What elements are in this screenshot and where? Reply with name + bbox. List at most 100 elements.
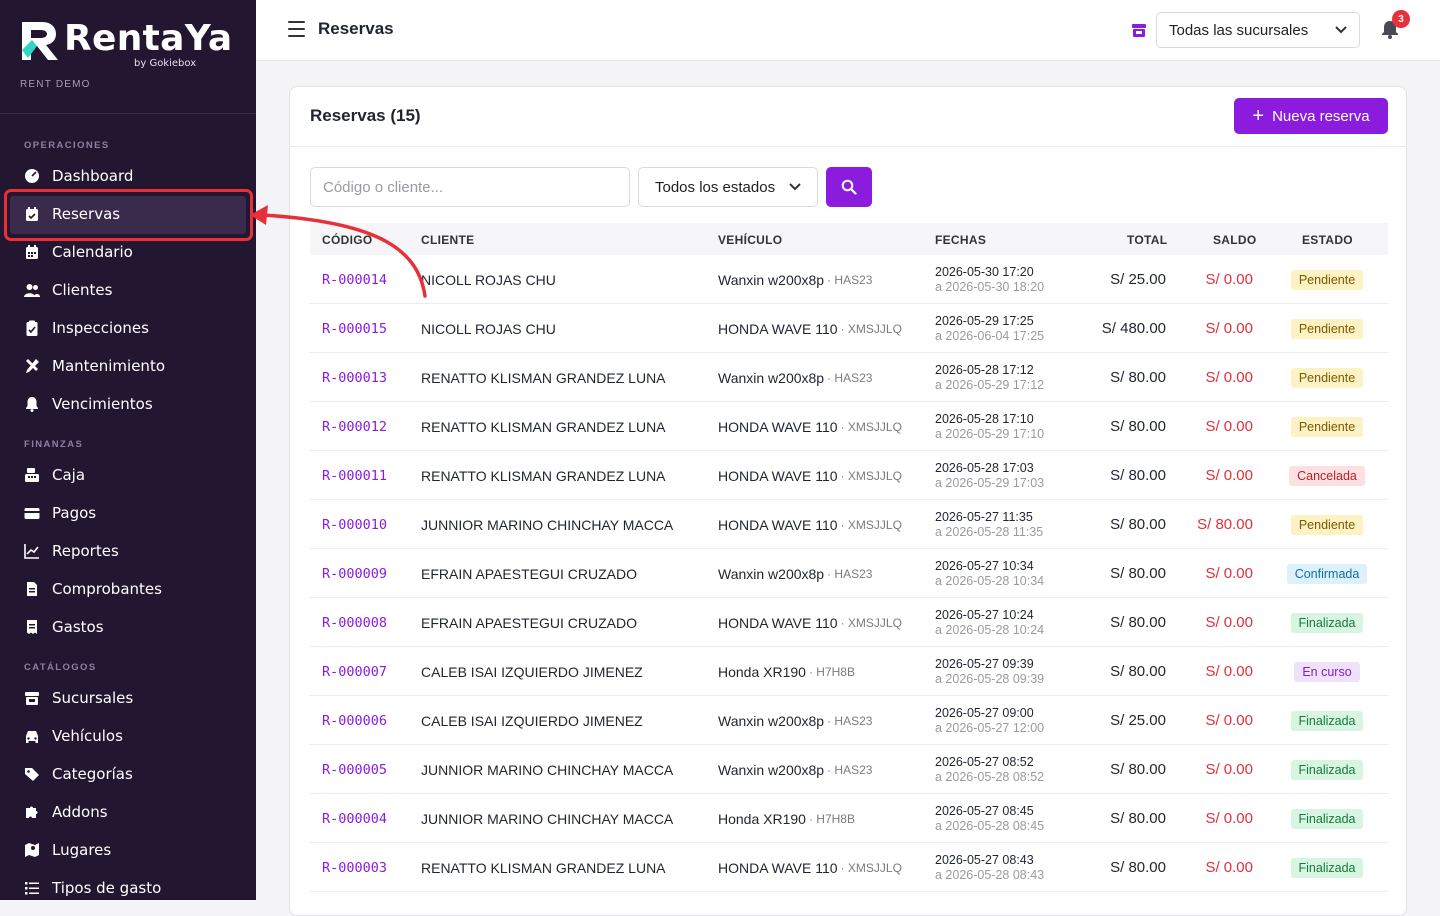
sidebar-item-addons[interactable]: Addons <box>24 800 244 824</box>
notification-count-badge: 3 <box>1392 10 1410 28</box>
table-row[interactable]: R-000006 CALEB ISAI IZQUIERDO JIMENEZ Wanx… <box>310 696 1388 745</box>
reservation-code-link[interactable]: R-000010 <box>322 500 387 549</box>
sidebar-item-sucursales[interactable]: Sucursales <box>24 686 244 710</box>
table-row[interactable]: R-000009 EFRAIN APAESTEGUI CRUZADO Wanxin … <box>310 549 1388 598</box>
sidebar-item-reportes[interactable]: Reportes <box>24 539 244 563</box>
table-row[interactable]: R-000011 RENATTO KLISMAN GRANDEZ LUNA HOND… <box>310 451 1388 500</box>
balance-amount: S/ 0.00 <box>1205 271 1253 288</box>
sidebar-item-tipos-de-gasto[interactable]: Tipos de gasto <box>24 876 244 900</box>
sidebar-item-mantenimiento[interactable]: Mantenimiento <box>24 354 244 378</box>
sidebar-item-caja[interactable]: Caja <box>24 463 244 487</box>
search-input[interactable] <box>310 167 630 207</box>
branch-select[interactable]: Todas las sucursales <box>1156 12 1360 48</box>
table-row[interactable]: R-000014 NICOLL ROJAS CHU Wanxin w200x8p · … <box>310 255 1388 304</box>
date-from: 2026-05-27 10:24 <box>935 607 1034 622</box>
status-filter-select[interactable]: Todos los estados <box>638 167 818 207</box>
sidebar-item-gastos[interactable]: Gastos <box>24 615 244 639</box>
brand-by: by Gokiebox <box>134 58 197 69</box>
sidebar-item-veh-culos[interactable]: Vehículos <box>24 724 244 748</box>
reservation-code-link[interactable]: R-000007 <box>322 647 387 696</box>
col-vehicle[interactable]: VEHÍCULO <box>718 233 782 247</box>
vehicle-cell: HONDA WAVE 110 · XMSJJLQ <box>718 598 902 647</box>
date-to: a 2026-05-28 08:45 <box>935 818 1045 833</box>
vehicle-plate: · HAS23 <box>827 272 873 287</box>
menu-toggle-icon[interactable] <box>288 21 305 37</box>
reservation-code-link[interactable]: R-000008 <box>322 598 387 647</box>
sidebar-item-inspecciones[interactable]: Inspecciones <box>24 316 244 340</box>
table-row[interactable]: R-000005 JUNNIOR MARINO CHINCHAY MACCA Wan… <box>310 745 1388 794</box>
client-name: RENATTO KLISMAN GRANDEZ LUNA <box>421 467 666 484</box>
client-name: CALEB ISAI IZQUIERDO JIMENEZ <box>421 712 643 729</box>
status-cell: En curso <box>1265 647 1389 696</box>
sidebar-item-clientes[interactable]: Clientes <box>24 278 244 302</box>
col-balance[interactable]: SALDO <box>1213 233 1257 247</box>
table-row[interactable]: R-000015 NICOLL ROJAS CHU HONDA WAVE 110 · … <box>310 304 1388 353</box>
reservation-code-link[interactable]: R-000003 <box>322 843 387 892</box>
sidebar-section-finanzas: FINANZAS <box>24 439 84 450</box>
date-to: a 2026-05-29 17:03 <box>935 475 1045 490</box>
table-row[interactable]: R-000013 RENATTO KLISMAN GRANDEZ LUNA Wanx… <box>310 353 1388 402</box>
dates-cell: 2026-05-27 08:52 a 2026-05-28 08:52 <box>935 745 1044 794</box>
col-code[interactable]: CÓDIGO <box>322 233 372 247</box>
col-dates[interactable]: FECHAS <box>935 233 986 247</box>
brand-logo[interactable]: RentaYa by Gokiebox <box>20 18 240 74</box>
date-to: a 2026-05-28 11:35 <box>935 524 1044 539</box>
balance-amount: S/ 80.00 <box>1197 516 1253 533</box>
balance-amount: S/ 0.00 <box>1205 663 1253 680</box>
balance-amount: S/ 0.00 <box>1205 614 1253 631</box>
tools-icon <box>24 358 40 374</box>
table-header: CÓDIGO CLIENTE VEHÍCULO FECHAS TOTAL SAL… <box>310 223 1388 255</box>
date-from: 2026-05-28 17:03 <box>935 460 1034 475</box>
vehicle-cell: Honda XR190 · H7H8B <box>718 794 855 843</box>
sidebar-item-dashboard[interactable]: Dashboard <box>24 164 244 188</box>
table-row[interactable]: R-000010 JUNNIOR MARINO CHINCHAY MACCA HON… <box>310 500 1388 549</box>
status-cell: Finalizada <box>1265 696 1389 745</box>
sidebar-item-comprobantes[interactable]: Comprobantes <box>24 577 244 601</box>
sidebar-item-vencimientos[interactable]: Vencimientos <box>24 392 244 416</box>
reservation-code-link[interactable]: R-000004 <box>322 794 387 843</box>
total-amount: S/ 80.00 <box>1110 663 1166 680</box>
reservation-code-link[interactable]: R-000005 <box>322 745 387 794</box>
vehicle-plate: · XMSJJLQ <box>840 321 902 336</box>
table-row[interactable]: R-000003 RENATTO KLISMAN GRANDEZ LUNA HOND… <box>310 843 1388 892</box>
sidebar-item-label: Caja <box>52 466 86 484</box>
sidebar-item-categor-as[interactable]: Categorías <box>24 762 244 786</box>
reservation-code-link[interactable]: R-000012 <box>322 402 387 451</box>
tags-icon <box>24 766 40 782</box>
col-client[interactable]: CLIENTE <box>421 233 474 247</box>
table-row[interactable]: R-000007 CALEB ISAI IZQUIERDO JIMENEZ Hond… <box>310 647 1388 696</box>
reservation-code-link[interactable]: R-000009 <box>322 549 387 598</box>
sidebar-item-lugares[interactable]: Lugares <box>24 838 244 862</box>
client-name: JUNNIOR MARINO CHINCHAY MACCA <box>421 516 674 533</box>
search-button[interactable] <box>826 167 872 207</box>
date-from: 2026-05-29 17:25 <box>935 313 1034 328</box>
date-from: 2026-05-30 17:20 <box>935 264 1034 279</box>
table-row[interactable]: R-000012 RENATTO KLISMAN GRANDEZ LUNA HOND… <box>310 402 1388 451</box>
dates-cell: 2026-05-27 09:00 a 2026-05-27 12:00 <box>935 696 1044 745</box>
col-total[interactable]: TOTAL <box>1127 233 1167 247</box>
reservation-code-link[interactable]: R-000011 <box>322 451 387 500</box>
vehicle-name: HONDA WAVE 110 <box>718 516 838 533</box>
new-reservation-button[interactable]: + Nueva reserva <box>1234 98 1388 134</box>
dates-cell: 2026-05-28 17:10 a 2026-05-29 17:10 <box>935 402 1044 451</box>
sidebar-item-label: Pagos <box>52 504 97 522</box>
topbar: Reservas Todas las sucursales 3 <box>256 0 1440 61</box>
col-status[interactable]: ESTADO <box>1302 233 1353 247</box>
client-name: EFRAIN APAESTEGUI CRUZADO <box>421 614 637 631</box>
vehicle-cell: HONDA WAVE 110 · XMSJJLQ <box>718 500 902 549</box>
sidebar-item-calendario[interactable]: Calendario <box>24 240 244 264</box>
org-name: RENT DEMO <box>20 79 91 90</box>
reservation-code-link[interactable]: R-000014 <box>322 255 387 304</box>
dates-cell: 2026-05-28 17:03 a 2026-05-29 17:03 <box>935 451 1044 500</box>
table-row[interactable]: R-000004 JUNNIOR MARINO CHINCHAY MACCA Hon… <box>310 794 1388 843</box>
reservation-code-link[interactable]: R-000006 <box>322 696 387 745</box>
puzzle-icon <box>24 804 40 820</box>
reservation-code-link[interactable]: R-000015 <box>322 304 387 353</box>
reservation-code-link[interactable]: R-000013 <box>322 353 387 402</box>
sidebar-item-label: Categorías <box>52 765 133 783</box>
table-row[interactable]: R-000008 EFRAIN APAESTEGUI CRUZADO HONDA W… <box>310 598 1388 647</box>
sidebar-item-label: Vencimientos <box>52 395 153 413</box>
vehicle-name: Honda XR190 <box>718 810 806 827</box>
vehicle-name: Wanxin w200x8p <box>718 565 825 582</box>
sidebar-item-pagos[interactable]: Pagos <box>24 501 244 525</box>
